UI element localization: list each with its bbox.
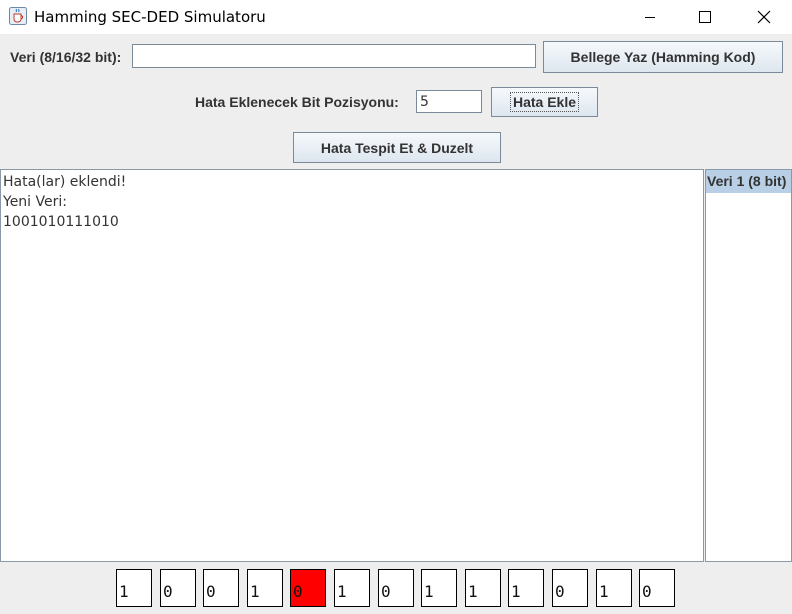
error-position-input[interactable] [416, 90, 482, 113]
minimize-icon [645, 17, 655, 18]
veri-input[interactable] [132, 44, 536, 68]
output-line: Yeni Veri: [3, 194, 67, 210]
close-button[interactable] [741, 0, 787, 34]
bit-cell: 0 [378, 569, 414, 607]
memory-list-item[interactable]: Veri 1 (8 bit) [706, 170, 791, 193]
bit-cell: 0 [203, 569, 239, 607]
bit-cell: 1 [596, 569, 632, 607]
write-memory-button[interactable]: Bellege Yaz (Hamming Kod) [543, 41, 783, 73]
title-bar: Hamming SEC-DED Simulatoru [0, 0, 792, 34]
close-icon [757, 10, 771, 24]
bit-cell: 0 [160, 569, 196, 607]
inject-error-label: Hata Ekle [509, 92, 580, 112]
maximize-icon [699, 11, 711, 23]
memory-list[interactable]: Veri 1 (8 bit) [705, 169, 792, 562]
output-line: Hata(lar) eklendi! [3, 174, 127, 190]
output-text-area[interactable]: Hata(lar) eklendi! Yeni Veri: 1001010111… [0, 169, 704, 562]
maximize-button[interactable] [682, 0, 728, 34]
veri-label: Veri (8/16/32 bit): [10, 49, 122, 65]
detect-correct-button[interactable]: Hata Tespit Et & Duzelt [293, 132, 501, 163]
minimize-button[interactable] [627, 0, 673, 34]
bit-cell: 1 [116, 569, 152, 607]
bit-cells-row: 1001010111010 [0, 569, 792, 609]
bit-cell: 1 [465, 569, 501, 607]
java-cup-icon [9, 7, 27, 25]
inject-error-button[interactable]: Hata Ekle [491, 87, 598, 117]
bit-cell: 1 [508, 569, 544, 607]
bit-cell: 0 [552, 569, 588, 607]
output-line: 1001010111010 [3, 214, 119, 230]
bit-cell: 1 [334, 569, 370, 607]
window-title: Hamming SEC-DED Simulatoru [34, 8, 266, 26]
bit-cell: 1 [421, 569, 457, 607]
error-position-label: Hata Eklenecek Bit Pozisyonu: [195, 94, 399, 110]
bit-cell: 0 [639, 569, 675, 607]
bit-cell: 1 [247, 569, 283, 607]
bit-cell: 0 [290, 569, 326, 607]
